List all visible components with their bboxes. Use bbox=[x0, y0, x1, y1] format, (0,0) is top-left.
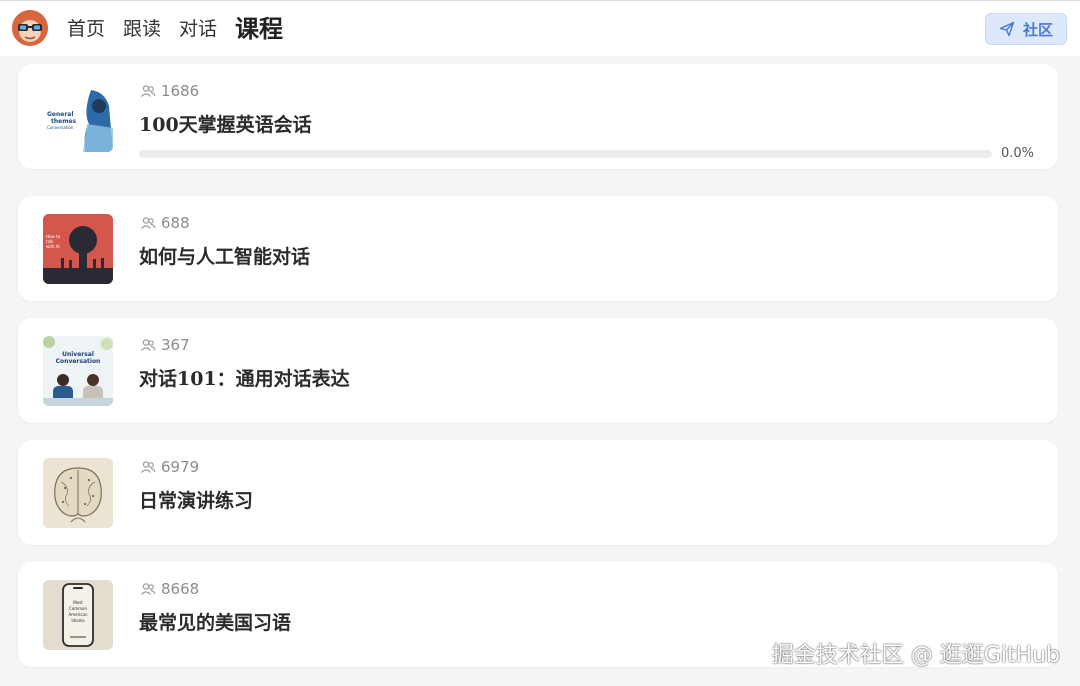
thumbnail-text: Common bbox=[69, 606, 87, 611]
learner-count: 688 bbox=[140, 214, 190, 232]
learner-count-value: 6979 bbox=[161, 458, 200, 476]
learner-count: 8668 bbox=[140, 580, 199, 598]
course-title: 最常见的美国习语 bbox=[139, 612, 292, 634]
course-thumbnail: Universal Conversation bbox=[43, 336, 113, 406]
course-thumbnail: Most Common American Idioms bbox=[43, 580, 113, 650]
course-title: 如何与人工智能对话 bbox=[139, 246, 311, 268]
course-card[interactable]: Universal Conversation 367 对话101：通用对话表达 bbox=[18, 318, 1058, 423]
users-icon bbox=[141, 339, 156, 351]
users-icon bbox=[141, 217, 156, 229]
course-thumbnail: General themes Conversation bbox=[43, 82, 113, 152]
app-logo[interactable] bbox=[12, 10, 48, 46]
progress-percent: 0.0% bbox=[1001, 146, 1035, 161]
learner-count-value: 367 bbox=[161, 336, 190, 354]
course-thumbnail bbox=[43, 458, 113, 528]
paper-plane-icon bbox=[999, 21, 1015, 37]
users-icon bbox=[141, 583, 156, 595]
course-title: 对话101：通用对话表达 bbox=[139, 368, 350, 390]
community-button-label: 社区 bbox=[1022, 20, 1053, 39]
thumbnail-text: themes bbox=[51, 118, 77, 125]
thumbnail-text: Conversation bbox=[47, 125, 74, 130]
thumbnail-text: General bbox=[47, 111, 73, 118]
thumbnail-text: with AI bbox=[46, 244, 60, 249]
users-icon bbox=[141, 85, 156, 97]
thumbnail-text: Universal bbox=[62, 351, 94, 358]
course-title: 100天掌握英语会话 bbox=[139, 114, 312, 136]
nav-courses[interactable]: 课程 bbox=[235, 1, 283, 57]
learner-count-value: 688 bbox=[161, 214, 190, 232]
learner-count: 6979 bbox=[140, 458, 199, 476]
course-card[interactable]: General themes Conversation 1686 100天掌握英… bbox=[18, 64, 1058, 169]
progress-bar bbox=[139, 150, 992, 158]
course-card[interactable]: How to talk with AI 688 如何与人工智能对话 bbox=[18, 196, 1058, 301]
learner-count: 1686 bbox=[140, 82, 199, 100]
learner-count: 367 bbox=[140, 336, 190, 354]
top-bar: 首页 跟读 对话 课程 社区 bbox=[0, 0, 1080, 56]
course-thumbnail: How to talk with AI bbox=[43, 214, 113, 284]
thumbnail-text: Idioms bbox=[71, 618, 84, 623]
nav-dialogue[interactable]: 对话 bbox=[179, 1, 217, 57]
course-card[interactable]: 6979 日常演讲练习 bbox=[18, 440, 1058, 545]
nav-follow-read[interactable]: 跟读 bbox=[123, 1, 161, 57]
learner-count-value: 1686 bbox=[161, 82, 200, 100]
thumbnail-text: Conversation bbox=[56, 358, 101, 365]
course-title: 日常演讲练习 bbox=[139, 490, 254, 512]
thumbnail-text: American bbox=[68, 612, 88, 617]
community-button[interactable]: 社区 bbox=[985, 13, 1067, 45]
main-nav: 首页 跟读 对话 课程 bbox=[67, 1, 283, 57]
thumbnail-text: Most bbox=[73, 600, 83, 605]
watermark: 掘金技术社区 @ 逛逛GitHub bbox=[771, 643, 1060, 668]
nav-home[interactable]: 首页 bbox=[67, 1, 105, 57]
users-icon bbox=[141, 461, 156, 473]
learner-count-value: 8668 bbox=[161, 580, 200, 598]
